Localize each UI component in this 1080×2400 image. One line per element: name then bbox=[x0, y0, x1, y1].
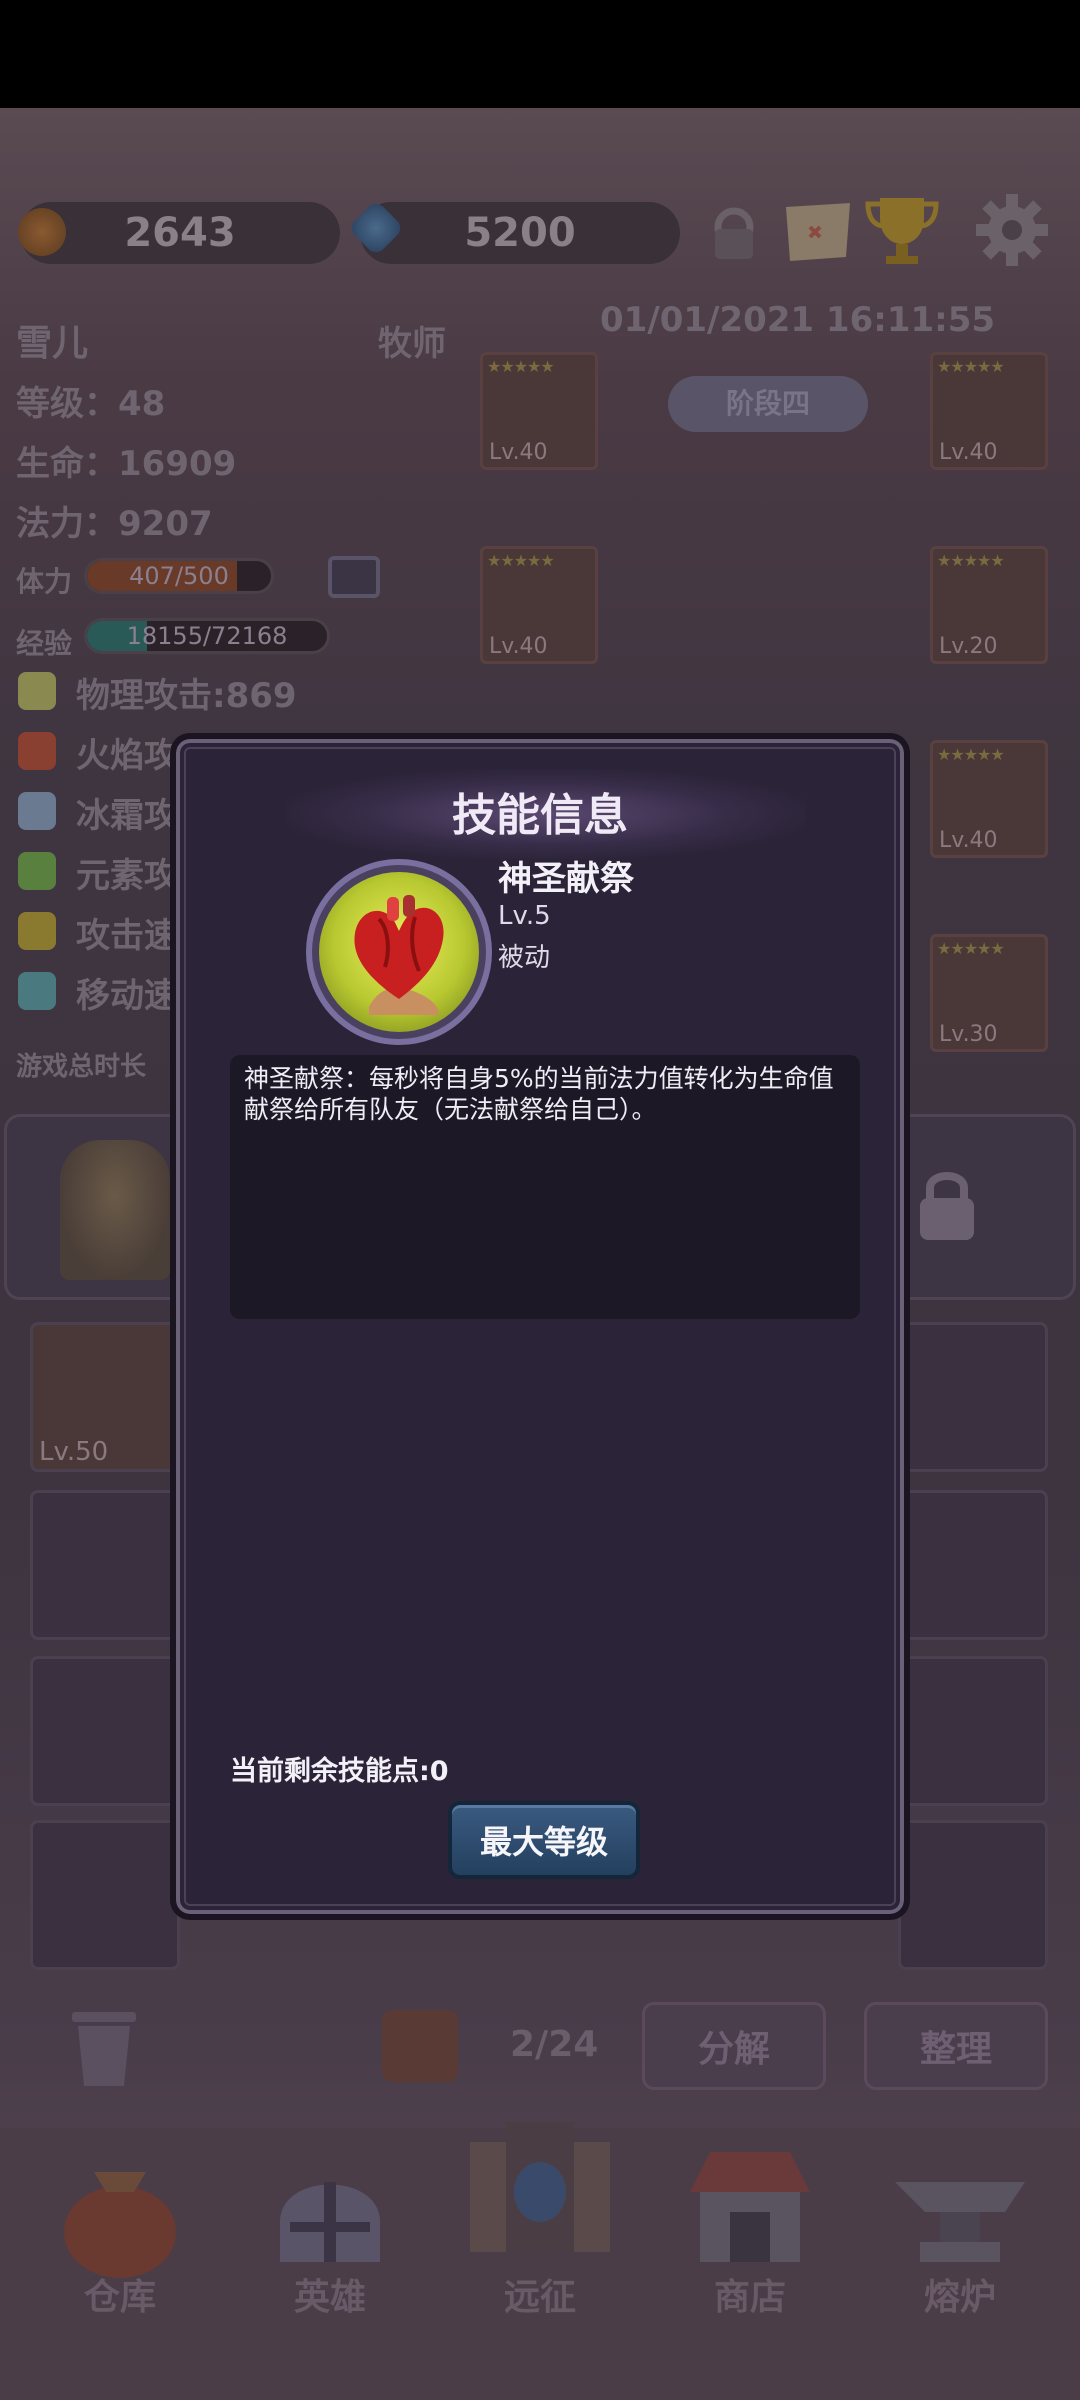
inventory-slot[interactable] bbox=[30, 1820, 180, 1970]
sort-button[interactable]: 整理 bbox=[864, 2002, 1048, 2090]
skill-level: Lv.5 bbox=[498, 901, 551, 931]
fire-icon bbox=[18, 732, 56, 770]
nav-hero[interactable]: 英雄 bbox=[230, 2132, 430, 2332]
gear-slot-armor[interactable]: ★★★★★ Lv.20 bbox=[930, 546, 1048, 664]
max-level-button[interactable]: 最大等级 bbox=[448, 1801, 640, 1879]
stamina-bar: 407/500 bbox=[84, 558, 274, 594]
gear-slot-ring[interactable]: ★★★★★ Lv.40 bbox=[930, 352, 1048, 470]
hp-text: 生命：16909 bbox=[16, 444, 237, 484]
gear-slot-book[interactable]: ★★★★★ Lv.30 bbox=[930, 934, 1048, 1052]
snowflake-icon bbox=[18, 792, 56, 830]
exp-bar: 18155/72168 bbox=[84, 618, 330, 654]
datetime: 01/01/2021 16:11:55 bbox=[600, 300, 996, 340]
inventory-slot[interactable] bbox=[898, 1656, 1048, 1806]
gear-slot-boots[interactable]: ★★★★★ Lv.40 bbox=[930, 740, 1048, 858]
chest-icon bbox=[382, 2010, 458, 2082]
tv-ad-icon[interactable] bbox=[328, 556, 380, 598]
skill-type: 被动 bbox=[498, 943, 551, 973]
portal-icon bbox=[470, 2122, 610, 2252]
nav-forge[interactable]: 熔炉 bbox=[860, 2132, 1060, 2332]
map-icon[interactable] bbox=[778, 192, 858, 272]
hero-class: 牧师 bbox=[378, 324, 446, 364]
skill-heart-icon bbox=[306, 859, 492, 1045]
hero-name: 雪儿 bbox=[16, 323, 89, 364]
stage-badge: 阶段四 bbox=[668, 376, 868, 432]
playtime-label: 游戏总时长 bbox=[16, 1052, 147, 1082]
level-text: 等级：48 bbox=[16, 384, 166, 424]
stat-label: 火焰攻 bbox=[76, 736, 178, 776]
skill-info-dialog: 技能信息 神圣献祭 Lv.5 被动 神圣献祭：每秒将自身5%的当前法力值转化为生… bbox=[170, 733, 910, 1920]
helmet-icon bbox=[280, 2182, 380, 2262]
stat-label: 元素攻 bbox=[76, 856, 178, 896]
skill-description: 神圣献祭：每秒将自身5%的当前法力值转化为生命值献祭给所有队友（无法献祭给自己）… bbox=[244, 1064, 834, 1124]
exp-label: 经验 bbox=[16, 627, 73, 660]
inventory-slot[interactable] bbox=[30, 1656, 180, 1806]
hero-portrait-snow[interactable] bbox=[60, 1140, 170, 1280]
anvil-icon bbox=[895, 2182, 1025, 2262]
skill-description-box: 神圣献祭：每秒将自身5%的当前法力值转化为生命值献祭给所有队友（无法献祭给自己）… bbox=[230, 1055, 860, 1319]
stage-label: 阶段四 bbox=[725, 387, 810, 420]
inventory-slot[interactable] bbox=[30, 1490, 180, 1640]
locked-hero-lock-icon[interactable] bbox=[912, 1164, 982, 1244]
lightning-icon bbox=[18, 912, 56, 950]
nav-expedition[interactable]: 远征 bbox=[440, 2122, 640, 2332]
stat-label: 物理攻击:869 bbox=[76, 676, 297, 716]
inventory-slot-weapon[interactable]: Lv.50 bbox=[30, 1322, 180, 1472]
gold-counter: 2643 bbox=[20, 202, 340, 264]
inventory-count: 2/24 bbox=[510, 2024, 599, 2065]
remaining-skill-points: 当前剩余技能点:0 bbox=[230, 1756, 449, 1787]
stamina-label: 体力 bbox=[16, 565, 73, 598]
inventory-slot[interactable] bbox=[898, 1820, 1048, 1970]
sword-icon bbox=[18, 672, 56, 710]
stat-label: 攻击速 bbox=[76, 916, 178, 956]
shop-icon bbox=[690, 2152, 810, 2262]
decompose-button[interactable]: 分解 bbox=[642, 2002, 826, 2090]
mp-text: 法力：9207 bbox=[16, 504, 213, 544]
nav-shop[interactable]: 商店 bbox=[650, 2132, 850, 2332]
trophy-icon[interactable] bbox=[862, 190, 942, 270]
dialog-title: 技能信息 bbox=[452, 790, 628, 841]
stat-label: 移动速 bbox=[76, 976, 178, 1016]
gear-slot-helmet[interactable]: ★★★★★ Lv.40 bbox=[480, 352, 598, 470]
stat-label: 冰霜攻 bbox=[76, 796, 178, 836]
gem-counter: 5200 bbox=[360, 202, 680, 264]
inventory-slot[interactable] bbox=[898, 1490, 1048, 1640]
nav-warehouse[interactable]: 仓库 bbox=[20, 2132, 220, 2332]
potion-icon bbox=[18, 852, 56, 890]
skill-name: 神圣献祭 bbox=[498, 859, 634, 899]
gold-icon bbox=[18, 208, 66, 256]
inventory-slot[interactable] bbox=[898, 1322, 1048, 1472]
lock-chain-icon[interactable] bbox=[694, 192, 774, 272]
bag-icon bbox=[64, 2172, 176, 2278]
status-bar bbox=[0, 0, 1080, 108]
settings-gear-icon[interactable] bbox=[972, 190, 1052, 270]
gear-slot-necklace[interactable]: ★★★★★ Lv.40 bbox=[480, 546, 598, 664]
trash-icon[interactable] bbox=[66, 2004, 142, 2090]
boot-icon bbox=[18, 972, 56, 1010]
